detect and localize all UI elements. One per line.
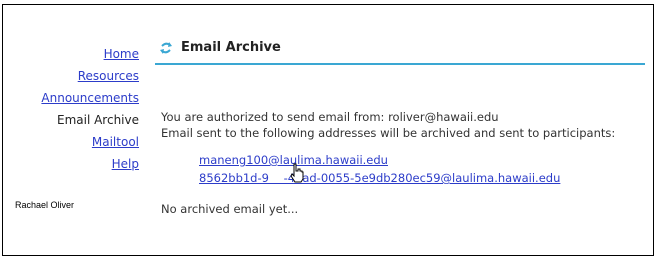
hand-pointer-icon (290, 163, 304, 183)
archive-note: Email sent to the following addresses wi… (161, 126, 616, 140)
sidebar-link-help[interactable]: Help (112, 157, 139, 171)
app-frame: Home Resources Announcements Email Archi… (2, 4, 654, 256)
authorized-text: You are authorized to send email from: r… (161, 110, 499, 124)
sidebar-item-email-archive: Email Archive (3, 109, 139, 131)
sidebar-item-announcements[interactable]: Announcements (3, 87, 139, 109)
sidebar-link-resources[interactable]: Resources (78, 69, 139, 83)
sidebar-link-home[interactable]: Home (104, 47, 139, 61)
archive-address-link[interactable]: 8562bb1d-9 -4dad-0055-5e9db280ec59@lauli… (199, 171, 560, 185)
user-name: Rachael Oliver (15, 200, 75, 210)
address-list: maneng100@laulima.hawaii.edu 8562bb1d-9 … (161, 151, 646, 187)
sidebar-nav: Home Resources Announcements Email Archi… (3, 43, 139, 175)
empty-state-text: No archived email yet... (161, 202, 299, 216)
sidebar-item-help[interactable]: Help (3, 153, 139, 175)
sidebar-item-mailtool[interactable]: Mailtool (3, 131, 139, 153)
refresh-arrows-icon[interactable] (159, 41, 173, 55)
sidebar-item-resources[interactable]: Resources (3, 65, 139, 87)
list-item: maneng100@laulima.hawaii.edu (199, 151, 646, 169)
page-header: Email Archive (155, 37, 645, 65)
sidebar-link-mailtool[interactable]: Mailtool (92, 135, 139, 149)
page-title: Email Archive (181, 40, 281, 55)
sidebar-link-announcements[interactable]: Announcements (41, 91, 139, 105)
main-content: You are authorized to send email from: r… (161, 109, 646, 217)
sidebar-item-home[interactable]: Home (3, 43, 139, 65)
list-item: 8562bb1d-9 -4dad-0055-5e9db280ec59@lauli… (199, 169, 646, 187)
sidebar-current-email-archive: Email Archive (56, 113, 139, 127)
